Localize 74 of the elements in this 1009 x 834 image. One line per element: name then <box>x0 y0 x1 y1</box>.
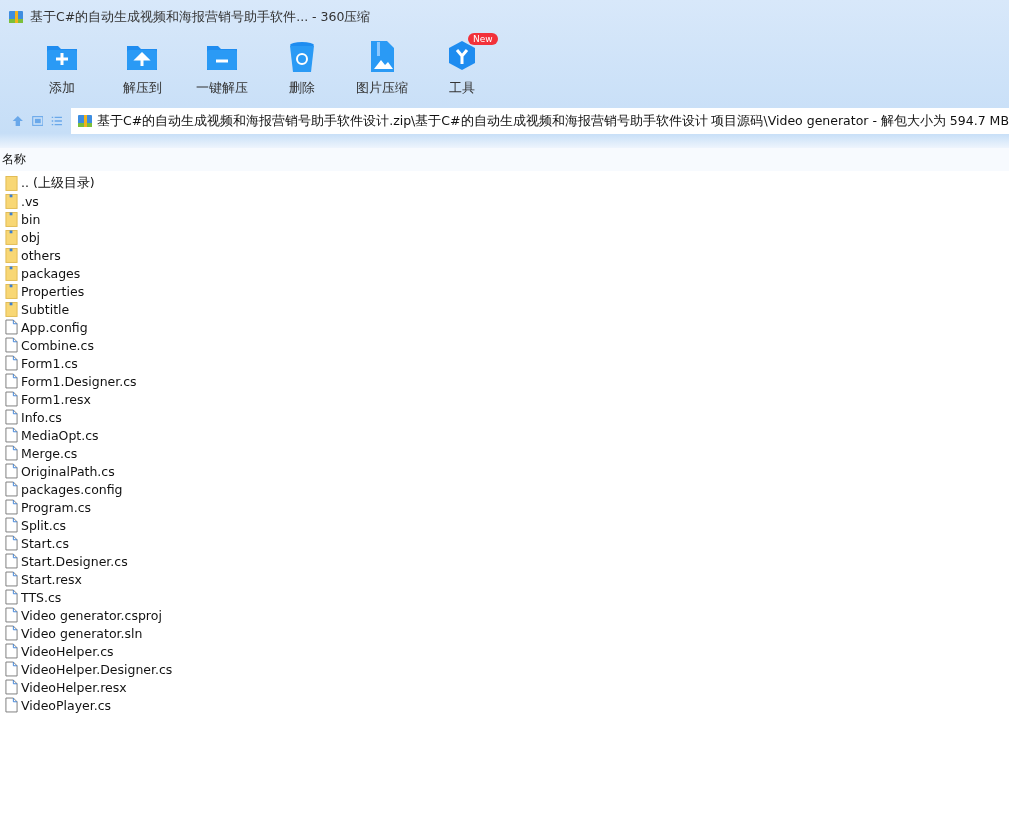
toolbar-button[interactable]: 一键解压 <box>182 34 262 102</box>
file-icon <box>5 463 18 479</box>
new-badge: New <box>468 33 498 45</box>
toolbar-button[interactable]: New 工具 <box>422 34 502 102</box>
file-icon <box>5 427 18 443</box>
file-icon <box>5 517 18 533</box>
file-name[interactable]: Info.cs <box>21 409 62 425</box>
toolbar-button[interactable]: 图片压缩 <box>342 34 422 102</box>
folder-icon <box>5 229 18 245</box>
view-icon[interactable] <box>31 113 44 129</box>
file-name[interactable]: OriginalPath.cs <box>21 463 115 479</box>
file-name[interactable]: Properties <box>21 283 85 299</box>
file-name[interactable]: Form1.resx <box>21 391 91 407</box>
file-name[interactable]: Start.cs <box>21 535 69 551</box>
toolbar-button[interactable]: 添加 <box>22 34 102 102</box>
file-name[interactable]: Form1.cs <box>21 355 78 371</box>
up-arrow-icon[interactable] <box>12 113 24 129</box>
file-name[interactable]: Start.resx <box>21 571 82 587</box>
file-name[interactable]: TTS.cs <box>21 589 62 605</box>
folder-icon <box>5 283 18 299</box>
window-title: 基于C#的自动生成视频和海报营销号助手软件... - 360压缩 <box>30 8 371 26</box>
file-icon <box>5 589 18 605</box>
file-name[interactable]: MediaOpt.cs <box>21 427 99 443</box>
toolbar-button[interactable]: 解压到 <box>102 34 182 102</box>
file-name[interactable]: Subtitle <box>21 301 70 317</box>
file-icon <box>5 571 18 587</box>
file-name[interactable]: .vs <box>21 193 39 209</box>
file-name[interactable]: others <box>21 247 61 263</box>
address-field[interactable]: 基于C#的自动生成视频和海报营销号助手软件设计.zip\基于C#的自动生成视频和海报营销号助手软件设计 项目源码\Video generator - 解包大小为 594.7 MB <box>70 108 1009 134</box>
file-name[interactable]: Merge.cs <box>21 445 78 461</box>
file-icon <box>5 355 18 371</box>
file-name[interactable]: VideoHelper.cs <box>21 643 114 659</box>
file-icon <box>5 643 18 659</box>
file-icon <box>5 625 18 641</box>
archive-icon <box>8 9 24 25</box>
file-icon <box>5 697 18 713</box>
file-name[interactable]: App.config <box>21 319 88 335</box>
file-icon <box>5 553 18 569</box>
file-icon <box>5 481 18 497</box>
file-name[interactable]: .. (上级目录) <box>21 174 95 192</box>
file-icon <box>5 535 18 551</box>
file-icon <box>5 607 18 623</box>
folder-icon <box>5 265 18 281</box>
folder-icon <box>5 301 18 317</box>
file-name[interactable]: Start.Designer.cs <box>21 553 128 569</box>
file-name[interactable]: VideoHelper.Designer.cs <box>21 661 173 677</box>
folder-icon <box>5 247 18 263</box>
file-name[interactable]: Combine.cs <box>21 337 94 353</box>
file-icon <box>5 679 18 695</box>
file-icon <box>5 319 18 335</box>
file-icon <box>5 499 18 515</box>
file-icon <box>5 373 18 389</box>
folder-icon <box>5 193 18 209</box>
file-icon <box>5 391 18 407</box>
archive-icon <box>76 113 93 129</box>
folder-icon <box>5 175 18 191</box>
file-name[interactable]: packages.config <box>21 481 123 497</box>
file-name[interactable]: Video generator.csproj <box>21 607 162 623</box>
file-name[interactable]: Program.cs <box>21 499 92 515</box>
file-name[interactable]: Form1.Designer.cs <box>21 373 137 389</box>
file-name[interactable]: VideoPlayer.cs <box>21 697 112 713</box>
file-icon <box>5 409 18 425</box>
file-name[interactable]: Split.cs <box>21 517 67 533</box>
file-name[interactable]: Video generator.sln <box>21 625 143 641</box>
file-icon <box>5 337 18 353</box>
file-name[interactable]: VideoHelper.resx <box>21 679 127 695</box>
file-icon <box>5 445 18 461</box>
file-name[interactable]: obj <box>21 229 41 245</box>
file-icon <box>5 661 18 677</box>
file-name[interactable]: packages <box>21 265 81 281</box>
column-header[interactable]: 名称 <box>0 148 1009 171</box>
toolbar-button[interactable]: 删除 <box>262 34 342 102</box>
file-name[interactable]: bin <box>21 211 41 227</box>
folder-icon <box>5 211 18 227</box>
